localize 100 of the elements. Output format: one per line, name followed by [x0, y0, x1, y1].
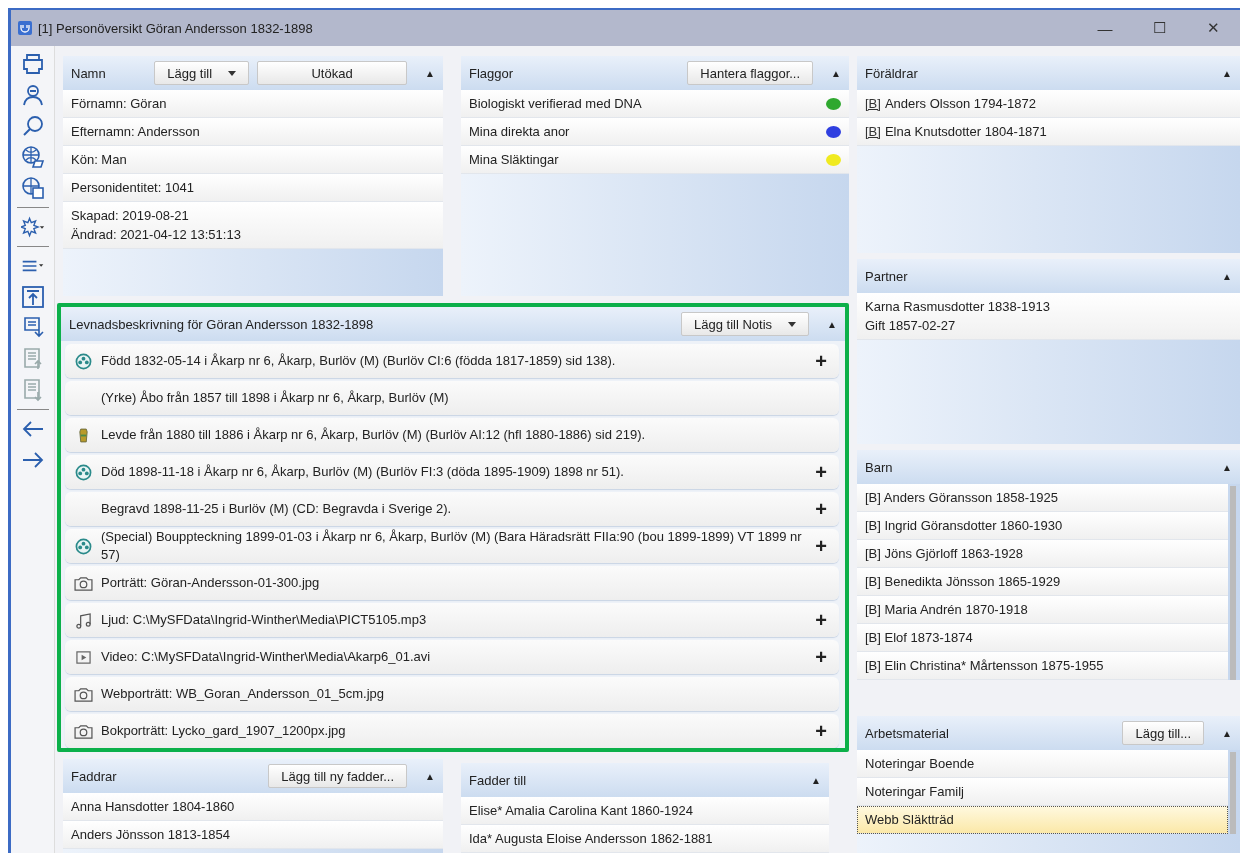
panel-title: Arbetsmaterial: [865, 725, 949, 741]
name-field-row: Personidentitet: 1041: [63, 174, 443, 202]
extended-button[interactable]: Utökad: [257, 61, 408, 85]
camera-icon: [73, 723, 93, 739]
globe-document-icon[interactable]: [20, 176, 45, 200]
child-row[interactable]: [B] Anders Göransson 1858-1925: [857, 484, 1228, 512]
changed-date: Ändrad: 2021-04-12 13:51:13: [71, 227, 242, 242]
person-link[interactable]: [B]: [865, 96, 881, 111]
name-field-row: Efternamn: Andersson: [63, 118, 443, 146]
material-row[interactable]: Noteringar Boende: [857, 750, 1228, 778]
child-row[interactable]: [B] Maria Andrén 1870-1918: [857, 596, 1228, 624]
event-text: (Special) Bouppteckning 1899-01-03 i Åkarp nr 6, Åkarp, Burlöv (M) (Bara Häradsrätt FIIa:90 (bou 1899-1899) VT 1899 nr 57): [101, 528, 803, 564]
material-row[interactable]: Noteringar Familj: [857, 778, 1228, 806]
person-icon[interactable]: [20, 83, 45, 107]
child-row[interactable]: [B] Ingrid Göransdotter 1860-1930: [857, 512, 1228, 540]
child-row[interactable]: [B] Benedikta Jönsson 1865-1929: [857, 568, 1228, 596]
event-text: Levde från 1880 till 1886 i Åkarp nr 6, Åkarp, Burlöv (M) (Burlöv AI:12 (hfl 1880-1886) sid 219).: [101, 426, 647, 444]
event-row[interactable]: (Yrke) Åbo från 1857 till 1898 i Åkarp nr 6, Åkarp, Burlöv (M): [65, 381, 839, 415]
panel-title: Fadder till: [469, 772, 527, 788]
name-field-row: Kön: Man: [63, 146, 443, 174]
parent-name[interactable]: Elna Knutsdotter 1804-1871: [884, 124, 1047, 139]
parent-name[interactable]: Anders Olsson 1794-1872: [884, 96, 1036, 111]
scrollbar[interactable]: [1230, 752, 1236, 834]
event-text: Porträtt: Göran-Andersson-01-300.jpg: [101, 574, 321, 592]
add-icon[interactable]: +: [811, 349, 831, 373]
event-text: Ljud: C:\MySFData\Ingrid-Winther\Media\PICT5105.mp3: [101, 611, 428, 629]
caret-icon: [788, 321, 797, 327]
printer-icon[interactable]: [20, 52, 45, 76]
scrollbar[interactable]: [1230, 486, 1236, 680]
panel-title: Namn: [71, 65, 106, 81]
caret-icon: [228, 70, 237, 76]
add-icon[interactable]: +: [811, 608, 831, 632]
camera-icon: [73, 575, 93, 591]
manage-flags-button[interactable]: Hantera flaggor...: [687, 61, 814, 85]
event-text: Född 1832-05-14 i Åkarp nr 6, Åkarp, Burlöv (M) (Burlöv CI:6 (födda 1817-1859) sid 138).: [101, 352, 617, 370]
event-row[interactable]: Begravd 1898-11-25 i Burlöv (M) (CD: Begravda i Sverige 2). +: [65, 492, 839, 526]
maximize-button[interactable]: ☐: [1132, 10, 1186, 46]
event-row[interactable]: Ljud: C:\MySFData\Ingrid-Winther\Media\PICT5105.mp3 +: [65, 603, 839, 637]
panel-title: Föräldrar: [865, 65, 918, 81]
add-icon[interactable]: +: [811, 460, 831, 484]
flag-label: Mina direkta anor: [469, 124, 570, 139]
urn-icon: [77, 426, 89, 444]
collapse-icon[interactable]: ▲: [831, 67, 841, 79]
event-text: (Yrke) Åbo från 1857 till 1898 i Åkarp nr 6, Åkarp, Burlöv (M): [101, 389, 450, 407]
event-row[interactable]: Porträtt: Göran-Andersson-01-300.jpg: [65, 566, 839, 600]
child-row[interactable]: [B] Elin Christina* Mårtensson 1875-1955: [857, 652, 1228, 680]
partner-line[interactable]: Gift 1857-02-27: [865, 318, 1232, 333]
event-row[interactable]: Född 1832-05-14 i Åkarp nr 6, Åkarp, Burlöv (M) (Burlöv CI:6 (födda 1817-1859) sid 138). +: [65, 344, 839, 378]
add-icon[interactable]: +: [811, 497, 831, 521]
event-row[interactable]: Video: C:\MySFData\Ingrid-Winther\Media\Akarp6_01.avi +: [65, 640, 839, 674]
material-row[interactable]: Webb Släktträd: [857, 806, 1228, 834]
godchild-row[interactable]: Ida* Augusta Eloise Andersson 1862-1881: [461, 825, 829, 853]
created-date: Skapad: 2019-08-21: [71, 208, 190, 223]
event-row[interactable]: (Special) Bouppteckning 1899-01-03 i Åkarp nr 6, Åkarp, Burlöv (M) (Bara Häradsrätt FIIa:90 (bou 1899-1899) VT 1899 nr 57) +: [65, 529, 839, 563]
event-text: Begravd 1898-11-25 i Burlöv (M) (CD: Begravda i Sverige 2).: [101, 500, 453, 518]
godchild-row[interactable]: Elise* Amalia Carolina Kant 1860-1924: [461, 797, 829, 825]
collapse-icon[interactable]: ▲: [1222, 270, 1232, 282]
globe-edit-icon[interactable]: [20, 145, 45, 169]
add-material-button[interactable]: Lägg till...: [1122, 721, 1205, 745]
event-row[interactable]: Levde från 1880 till 1886 i Åkarp nr 6, Åkarp, Burlöv (M) (Burlöv AI:12 (hfl 1880-1886) sid 219).: [65, 418, 839, 452]
event-row[interactable]: Webporträtt: WB_Goran_Andersson_01_5cm.jpg: [65, 677, 839, 711]
flag-label: Mina Släktingar: [469, 152, 559, 167]
close-button[interactable]: ✕: [1186, 10, 1240, 46]
window-title: [1] Personöversikt Göran Andersson 1832-1898: [38, 20, 313, 36]
panel-title: Flaggor: [469, 65, 514, 81]
add-note-button[interactable]: Lägg till Notis: [681, 312, 810, 336]
panel-title: Levnadsbeskrivning för Göran Andersson 1832-1898: [69, 316, 374, 332]
event-text: Webporträtt: WB_Goran_Andersson_01_5cm.jpg: [101, 685, 386, 703]
child-row[interactable]: [B] Jöns Gjörloff 1863-1928: [857, 540, 1228, 568]
panel-title: Faddrar: [71, 768, 117, 784]
collapse-icon[interactable]: ▲: [1222, 461, 1232, 473]
add-icon[interactable]: +: [811, 645, 831, 669]
add-dropdown-button[interactable]: Lägg till: [154, 61, 250, 85]
collapse-icon[interactable]: ▲: [425, 67, 435, 79]
event-text: Död 1898-11-18 i Åkarp nr 6, Åkarp, Burlöv (M) (Burlöv FI:3 (döda 1895-1909) 1898 nr 51).: [101, 463, 625, 481]
child-row[interactable]: [B] Elof 1873-1874: [857, 624, 1228, 652]
gear-dropdown-icon[interactable]: [20, 215, 45, 239]
collapse-icon[interactable]: ▲: [1222, 67, 1232, 79]
add-icon[interactable]: +: [811, 719, 831, 743]
event-text: Video: C:\MySFData\Ingrid-Winther\Media\Akarp6_01.avi: [101, 648, 432, 666]
collapse-icon[interactable]: ▲: [1222, 727, 1232, 739]
partner-line[interactable]: Karna Rasmusdotter 1838-1913: [865, 299, 1232, 314]
godparent-row[interactable]: Anders Jönsson 1813-1854: [63, 821, 443, 849]
collapse-icon[interactable]: ▲: [425, 770, 435, 782]
add-icon[interactable]: +: [811, 534, 831, 558]
name-field-row: Förnamn: Göran: [63, 90, 443, 118]
minimize-button[interactable]: —: [1078, 10, 1132, 46]
collapse-icon[interactable]: ▲: [811, 774, 821, 786]
person-link[interactable]: [B]: [865, 124, 881, 139]
collapse-icon[interactable]: ▲: [827, 318, 837, 330]
panel-title: Barn: [865, 459, 893, 475]
event-row[interactable]: Bokporträtt: Lycko_gard_1907_1200px.jpg +: [65, 714, 839, 748]
event-row[interactable]: Död 1898-11-18 i Åkarp nr 6, Åkarp, Burlöv (M) (Burlöv FI:3 (döda 1895-1909) 1898 nr 51). +: [65, 455, 839, 489]
add-godparent-button[interactable]: Lägg till ny fadder...: [268, 764, 408, 788]
video-icon: [75, 649, 91, 665]
panel-title: Partner: [865, 268, 908, 284]
event-text: Bokporträtt: Lycko_gard_1907_1200px.jpg: [101, 722, 347, 740]
upload-box-icon[interactable]: [20, 285, 45, 309]
godparent-row[interactable]: Anna Hansdotter 1804-1860: [63, 793, 443, 821]
flag-label: Biologiskt verifierad med DNA: [469, 96, 642, 111]
